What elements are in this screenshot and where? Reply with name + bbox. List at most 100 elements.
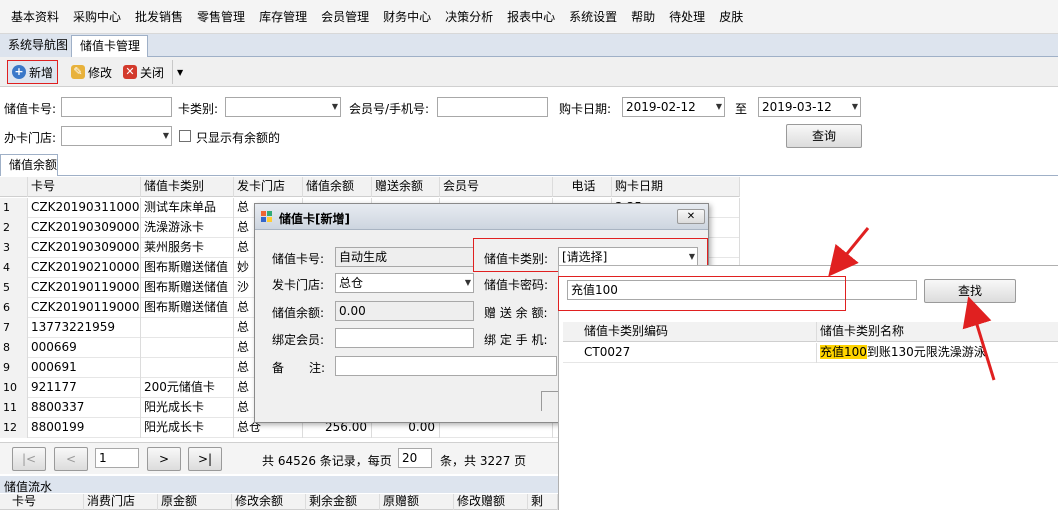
grid-header-col-4[interactable]: 赠送余额	[372, 177, 440, 197]
dialog-title-bar: 储值卡[新增] ✕	[255, 204, 708, 230]
last-page-button[interactable]: >|	[188, 447, 222, 471]
lookup-name-rest: 到账130元限洗澡游泳	[866, 345, 986, 359]
flow-header-col-4[interactable]: 剩余金额	[306, 494, 380, 510]
menu-item-0[interactable]: 基本资料	[11, 8, 59, 25]
table-cell: 莱州服务卡	[141, 238, 234, 258]
card-type-select[interactable]	[225, 97, 341, 117]
lookup-header-name: 储值卡类别名称	[820, 324, 905, 338]
table-cell: 000691	[28, 358, 141, 378]
dlg-store-select[interactable]: 总仓	[335, 273, 474, 293]
tab-stored-card-management[interactable]: 储值卡管理	[71, 35, 148, 57]
toolbar-overflow-button[interactable]: ▼	[172, 60, 188, 84]
dlg-store-label: 发卡门店:	[272, 278, 325, 292]
grid-header-index	[0, 177, 28, 197]
add-button-label: 新增	[29, 65, 54, 80]
menu-item-6[interactable]: 财务中心	[383, 8, 431, 25]
grid-header-col-2[interactable]: 发卡门店	[234, 177, 303, 197]
close-icon: ✕	[123, 65, 137, 79]
member-phone-label: 会员号/手机号:	[349, 102, 430, 116]
page-tabs: 系统导航图 储值卡管理	[0, 34, 1058, 57]
menu-item-9[interactable]: 系统设置	[569, 8, 617, 25]
card-type-lookup-popup: 充值100 查找 储值卡类别编码 储值卡类别名称 CT0027 充值100到账1…	[558, 265, 1058, 510]
dlg-phone-label: 绑 定 手 机:	[484, 333, 548, 347]
lookup-cell-code: CT0027	[581, 343, 817, 363]
dialog-close-button[interactable]: ✕	[677, 209, 705, 224]
tab-balance[interactable]: 储值余额	[0, 154, 58, 176]
buy-date-label: 购卡日期:	[559, 102, 612, 116]
table-cell: 图布斯赠送储值	[141, 298, 234, 318]
store-select[interactable]	[61, 126, 172, 146]
tab-navigation-map[interactable]: 系统导航图	[0, 35, 77, 57]
flow-header-col-5[interactable]: 原赠额	[380, 494, 454, 510]
edit-button[interactable]: ✎ 修改	[67, 60, 116, 84]
lookup-grid-header: 储值卡类别编码 储值卡类别名称	[563, 322, 1058, 342]
first-page-button[interactable]: |<	[12, 447, 46, 471]
dlg-balance-label: 储值余额:	[272, 306, 325, 320]
query-button[interactable]: 查询	[786, 124, 862, 148]
flow-header-col-3[interactable]: 修改余额	[232, 494, 306, 510]
add-button[interactable]: + 新增	[7, 60, 59, 84]
grid-header-col-6[interactable]: 电话	[553, 177, 612, 197]
to-label: 至	[735, 102, 748, 116]
pencil-icon: ✎	[71, 65, 85, 79]
table-cell: 6	[0, 298, 28, 318]
total-records-text: 共 64526 条记录，每页	[262, 454, 392, 468]
page-input[interactable]: 1	[95, 448, 139, 468]
prev-page-button[interactable]: <	[54, 447, 88, 471]
table-cell: 3	[0, 238, 28, 258]
lookup-row[interactable]: CT0027 充值100到账130元限洗澡游泳	[563, 343, 1058, 363]
table-cell: CZK201903090001	[28, 238, 141, 258]
dlg-remark-label-2: 注:	[309, 361, 326, 375]
grid-header-col-3[interactable]: 储值余额	[303, 177, 372, 197]
close-button[interactable]: ✕ 关闭	[119, 60, 168, 84]
menu-item-3[interactable]: 零售管理	[197, 8, 245, 25]
pager: |< < 1 > >| 共 64526 条记录，每页 20 条，共 3227 页	[0, 442, 558, 474]
dlg-member-label: 绑定会员:	[272, 333, 325, 347]
menu-item-8[interactable]: 报表中心	[507, 8, 555, 25]
grid-header-col-0[interactable]: 卡号	[28, 177, 141, 197]
flow-header-col-6[interactable]: 修改赠额	[454, 494, 528, 510]
flow-header-col-0[interactable]: 卡号	[0, 494, 84, 510]
menu-item-1[interactable]: 采购中心	[73, 8, 121, 25]
menu-item-10[interactable]: 帮助	[631, 8, 655, 25]
lookup-header-code: 储值卡类别编码	[581, 322, 817, 342]
flow-header-col-1[interactable]: 消费门店	[84, 494, 158, 510]
per-page-input[interactable]: 20	[398, 448, 432, 468]
table-cell: CZK201901190002	[28, 278, 141, 298]
table-cell: 阳光成长卡	[141, 398, 234, 418]
date-from-picker[interactable]: 2019-02-12	[622, 97, 725, 117]
card-no-input[interactable]	[61, 97, 172, 117]
edit-button-label: 修改	[88, 65, 113, 80]
menu-item-11[interactable]: 待处理	[669, 8, 705, 25]
flow-grid-header: 卡号 消费门店 原金额 修改余额 剩余金额 原赠额 修改赠额剩	[0, 494, 558, 510]
date-to-picker[interactable]: 2019-03-12	[758, 97, 861, 117]
flow-header-col-7[interactable]: 剩	[528, 494, 558, 510]
menu-item-12[interactable]: 皮肤	[719, 8, 743, 25]
lookup-cell-name: 充值100到账130元限洗澡游泳	[817, 343, 1058, 363]
lookup-name-highlight: 充值100	[820, 345, 867, 359]
table-cell: 8800199	[28, 418, 141, 438]
table-cell: 2	[0, 218, 28, 238]
next-page-button[interactable]: >	[147, 447, 181, 471]
grid-header-col-5[interactable]: 会员号	[440, 177, 553, 197]
dialog-title: 储值卡[新增]	[279, 212, 350, 226]
table-cell: CZK201902100001	[28, 258, 141, 278]
member-phone-input[interactable]	[437, 97, 548, 117]
menu-item-5[interactable]: 会员管理	[321, 8, 369, 25]
lookup-search-button[interactable]: 查找	[924, 279, 1016, 303]
menu-item-2[interactable]: 批发销售	[135, 8, 183, 25]
table-cell	[141, 338, 234, 358]
dlg-remark-input[interactable]	[335, 356, 557, 376]
table-cell	[141, 358, 234, 378]
grid-header-col-1[interactable]: 储值卡类别	[141, 177, 234, 197]
dlg-member-input[interactable]	[335, 328, 474, 348]
only-balance-checkbox[interactable]	[179, 130, 191, 142]
balance-tab-strip: 储值余额	[0, 152, 1058, 176]
menu-item-7[interactable]: 决策分析	[445, 8, 493, 25]
flow-header-col-2[interactable]: 原金额	[158, 494, 232, 510]
menu-item-4[interactable]: 库存管理	[259, 8, 307, 25]
grid-header-col-7[interactable]: 购卡日期	[612, 177, 740, 197]
table-cell: 8800337	[28, 398, 141, 418]
plus-circle-icon: +	[12, 65, 26, 79]
close-button-label: 关闭	[140, 65, 165, 80]
